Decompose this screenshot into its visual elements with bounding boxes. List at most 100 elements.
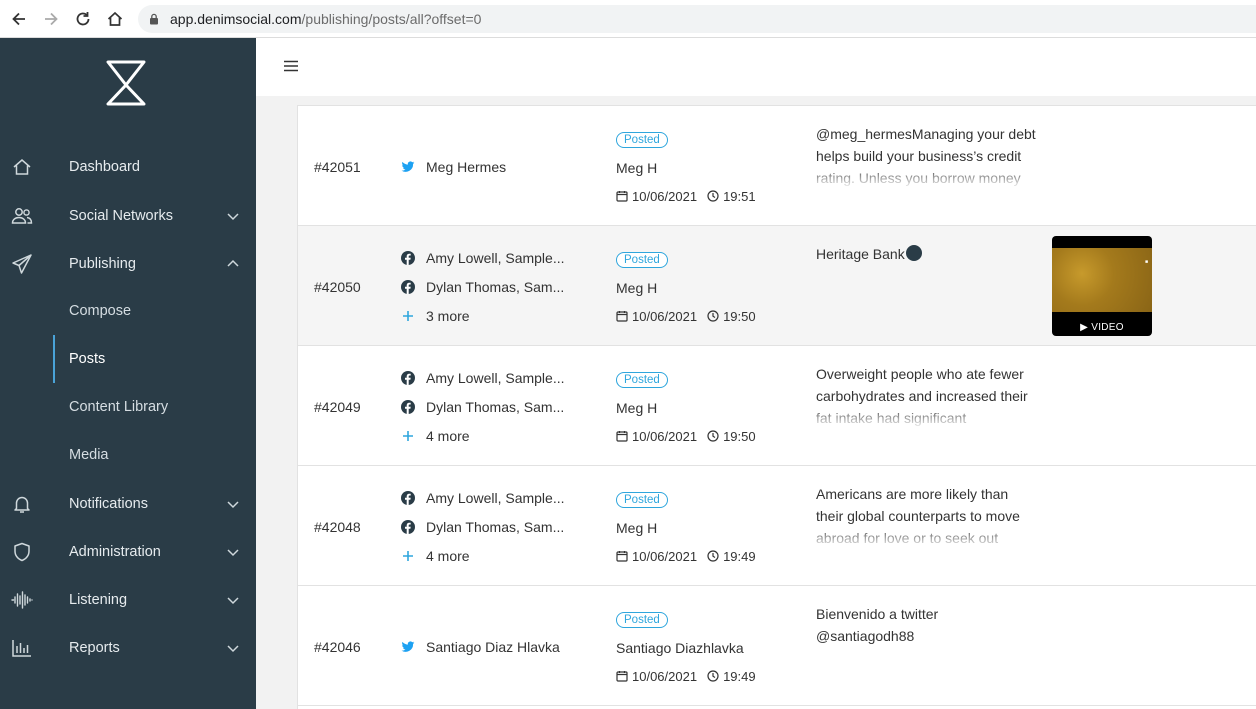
browser-toolbar: app.denimsocial.com/publishing/posts/all… [0, 0, 1256, 38]
sidebar-item-listening[interactable]: Listening [0, 576, 256, 624]
network-account-name: Dylan Thomas, Sam... [426, 519, 565, 535]
facebook-icon [401, 520, 415, 534]
post-time: 19:50 [723, 308, 756, 324]
back-button[interactable] [3, 0, 35, 38]
post-author: Meg H [616, 280, 658, 296]
network-account-name: Amy Lowell, Sample... [426, 250, 565, 266]
calendar-icon [616, 311, 628, 322]
video-thumbnail[interactable]: ■ ▶ VIDEO [1052, 236, 1152, 336]
post-datetime: 10/06/2021 19:50 [616, 428, 756, 444]
sidebar-subitem-content-library[interactable]: Content Library [0, 383, 256, 431]
reload-button[interactable] [67, 0, 99, 38]
post-author: Santiago Diazhlavka [616, 640, 744, 656]
sidebar-item-social-networks[interactable]: Social Networks [0, 192, 256, 240]
facebook-icon [401, 491, 415, 505]
post-time: 19:51 [723, 188, 756, 204]
table-row[interactable]: #42049 Amy Lowell, Sample... Dylan Thoma… [298, 346, 1256, 466]
status-badge: Posted [616, 492, 668, 508]
sidebar-subitem-media[interactable]: Media [0, 431, 256, 479]
facebook-icon [401, 280, 415, 294]
post-author: Meg H [616, 520, 658, 536]
table-row[interactable]: #42051 Meg Hermes Posted Meg H 10/06/202… [298, 106, 1256, 226]
forward-button[interactable] [35, 0, 67, 38]
network-account-name: Meg Hermes [426, 159, 507, 175]
post-datetime: 10/06/2021 19:49 [616, 548, 756, 564]
post-id: #42050 [314, 279, 361, 295]
sidebar-subitem-compose[interactable]: Compose [0, 287, 256, 335]
post-message: Bienvenido a twitter @santiagodh88 [816, 606, 939, 644]
address-bar[interactable]: app.denimsocial.com/publishing/posts/all… [138, 5, 1256, 33]
clock-icon [707, 670, 719, 682]
more-networks-label: 4 more [426, 428, 470, 444]
chevron-down-icon [227, 501, 239, 509]
arrow-right-icon [45, 12, 58, 25]
status-badge: Posted [616, 612, 668, 628]
sidebar-item-dashboard[interactable]: Dashboard [0, 143, 256, 191]
network-line: Dylan Thomas, Sam... [401, 398, 564, 416]
sidebar-item-administration[interactable]: Administration [0, 528, 256, 576]
post-id: #42049 [314, 399, 361, 415]
post-message: @meg_hermesManaging your debt helps buil… [816, 126, 1036, 186]
post-time: 19:49 [723, 668, 756, 684]
more-networks-link[interactable]: 3 more [401, 307, 470, 325]
chevron-up-icon [227, 259, 239, 267]
facebook-icon [401, 251, 415, 265]
post-id: #42051 [314, 159, 361, 175]
calendar-icon [616, 551, 628, 562]
denim-logo-icon[interactable] [104, 60, 148, 106]
home-button[interactable] [99, 0, 131, 38]
table-row[interactable]: #42048 Amy Lowell, Sample... Dylan Thoma… [298, 466, 1256, 586]
table-row[interactable]: #42050 Amy Lowell, Sample... Dylan Thoma… [298, 226, 1256, 346]
sidebar-item-reports[interactable]: Reports [0, 624, 256, 672]
video-preview-image [1052, 248, 1152, 312]
chevron-down-icon [227, 645, 239, 653]
clock-icon [707, 430, 719, 442]
sidebar-item-label: Compose [69, 303, 132, 319]
sidebar-item-label: Posts [69, 351, 106, 367]
network-line: Santiago Diaz Hlavka [401, 638, 560, 656]
sidebar-subitem-posts[interactable]: Posts [0, 335, 256, 383]
clock-icon [707, 190, 719, 202]
waveform-icon [10, 588, 34, 612]
calendar-icon [616, 671, 628, 682]
plus-icon [401, 549, 415, 563]
post-date: 10/06/2021 [632, 548, 698, 564]
facebook-icon [401, 371, 415, 385]
sidebar-item-label: Listening [69, 592, 128, 608]
post-date: 10/06/2021 [632, 668, 698, 684]
more-networks-link[interactable]: 4 more [401, 427, 470, 445]
post-message-text: Heritage Bank [816, 246, 905, 262]
twitter-icon [401, 160, 415, 174]
more-networks-label: 3 more [426, 308, 470, 324]
more-networks-link[interactable]: 4 more [401, 547, 470, 565]
chevron-down-icon [227, 597, 239, 605]
sidebar-item-notifications[interactable]: Notifications [0, 480, 256, 528]
plus-icon [401, 309, 415, 323]
network-line: Amy Lowell, Sample... [401, 369, 565, 387]
top-header [256, 38, 1256, 96]
post-message: Americans are more likely than their glo… [816, 486, 1020, 546]
sidebar-item-label: Notifications [69, 496, 148, 512]
home-icon [10, 155, 34, 179]
post-date: 10/06/2021 [632, 428, 698, 444]
network-line: Amy Lowell, Sample... [401, 489, 565, 507]
sidebar-item-label: Content Library [69, 399, 169, 415]
network-line: Amy Lowell, Sample... [401, 249, 565, 267]
sidebar-item-label: Media [69, 447, 109, 463]
sidebar-item-publishing[interactable]: Publishing [0, 240, 256, 288]
network-account-name: Dylan Thomas, Sam... [426, 399, 565, 415]
network-account-name: Santiago Diaz Hlavka [426, 639, 560, 655]
post-author: Meg H [616, 160, 658, 176]
network-account-name: Amy Lowell, Sample... [426, 490, 565, 506]
shield-icon [10, 540, 34, 564]
network-line: Dylan Thomas, Sam... [401, 518, 564, 536]
more-networks-label: 4 more [426, 548, 470, 564]
post-date: 10/06/2021 [632, 188, 698, 204]
sidebar-item-label: Publishing [69, 256, 136, 272]
hamburger-menu-icon[interactable] [284, 60, 298, 72]
users-icon [10, 204, 34, 228]
post-author: Meg H [616, 400, 658, 416]
network-line: Meg Hermes [401, 158, 506, 176]
paper-plane-icon [10, 252, 34, 276]
table-row[interactable]: #42046 Santiago Diaz Hlavka Posted Santi… [298, 586, 1256, 706]
